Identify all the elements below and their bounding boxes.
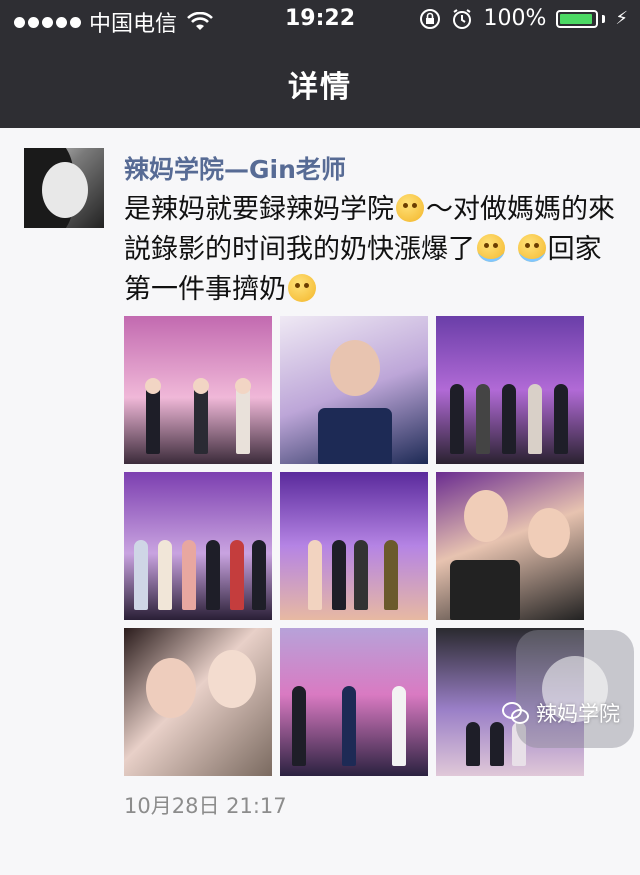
moment-detail: 辣妈学院—Gin老师 是辣妈就要録辣妈学院 ～对做媽媽的來説錄影的时间我的奶快漲爆… xyxy=(0,128,640,875)
photo-thumbnail[interactable] xyxy=(436,472,584,620)
alarm-icon xyxy=(453,8,472,29)
photo-thumbnail[interactable] xyxy=(124,472,272,620)
battery-percent: 100% xyxy=(483,6,547,31)
assistive-touch-button[interactable] xyxy=(516,630,634,748)
thinking-emoji-icon xyxy=(396,194,424,222)
crying-emoji-icon xyxy=(477,234,505,262)
crying-emoji-icon xyxy=(517,234,546,262)
flushed-emoji-icon xyxy=(288,274,316,302)
post-text: 是辣妈就要録辣妈学院 ～对做媽媽的來説錄影的时间我的奶快漲爆了 回家第一件事擠奶 xyxy=(124,190,624,310)
author-name[interactable]: 辣妈学院—Gin老师 xyxy=(124,150,346,186)
photo-thumbnail[interactable] xyxy=(436,316,584,464)
photo-thumbnail[interactable] xyxy=(280,628,428,776)
post-timestamp: 10月28日 21:17 xyxy=(124,794,287,818)
photo-thumbnail[interactable] xyxy=(124,316,272,464)
photo-thumbnail[interactable] xyxy=(280,472,428,620)
wechat-icon xyxy=(502,702,529,724)
status-bar: 中国电信 19:22 100% ⚡ xyxy=(0,0,640,40)
photo-thumbnail[interactable] xyxy=(124,628,272,776)
watermark: 辣妈学院 xyxy=(502,698,620,728)
charging-bolt-icon: ⚡ xyxy=(615,8,628,29)
post-text-part-1: 是辣妈就要録辣妈学院 xyxy=(124,194,394,225)
photo-thumbnail[interactable] xyxy=(280,316,428,464)
page-title: 详情 xyxy=(288,70,352,105)
nav-bar: 详情 xyxy=(0,40,640,128)
battery-icon xyxy=(556,9,606,28)
watermark-label: 辣妈学院 xyxy=(536,702,620,726)
orientation-lock-icon xyxy=(420,8,441,29)
avatar[interactable] xyxy=(24,148,104,228)
